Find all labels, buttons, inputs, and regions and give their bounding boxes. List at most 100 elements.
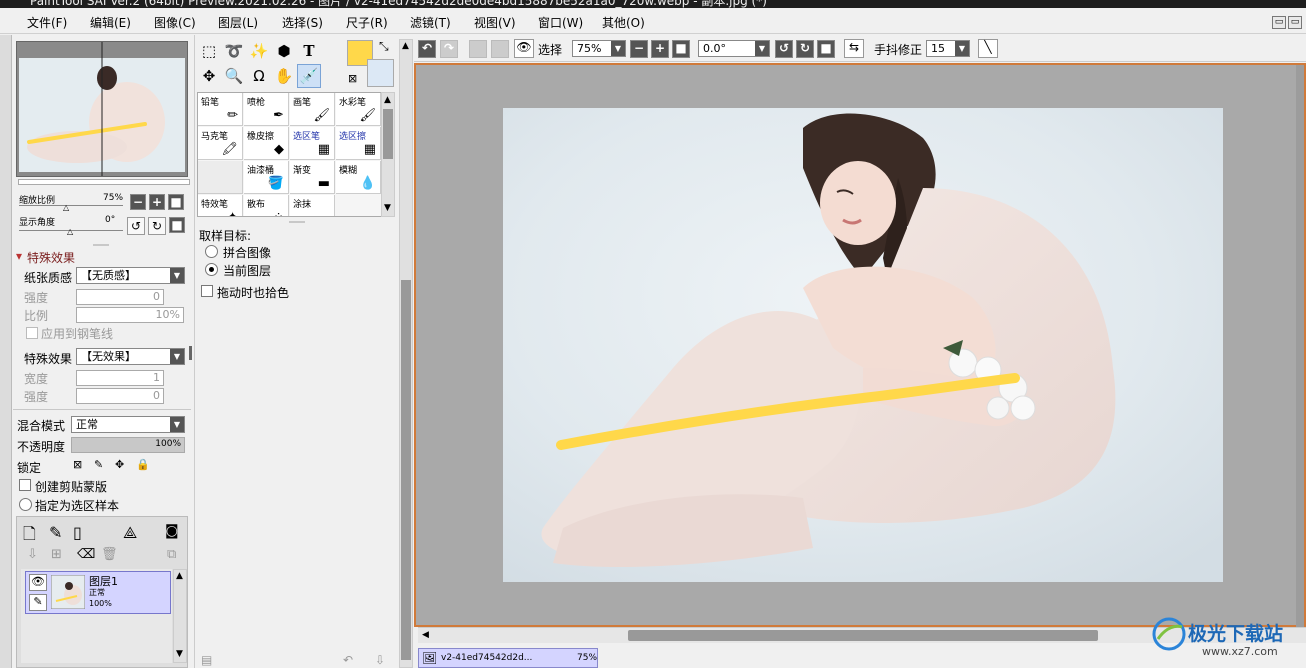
layer-mask-icon[interactable]: ◙ [165,523,179,539]
minimize-doc-button[interactable]: ▭ [1272,16,1286,29]
brush-slot[interactable]: 模糊 💧 [336,161,381,194]
width-field[interactable]: 1 [76,370,164,386]
canvas-zoom-in-button[interactable]: + [651,40,669,58]
navigator-scroll[interactable] [18,179,190,185]
layer-edit-icon[interactable]: ✎ [29,594,47,611]
document-tab[interactable]: 🖼 v2-41ed74542d2d... 75% [418,648,598,668]
menu-other[interactable]: 其他(O) [602,14,645,31]
move-tool-icon[interactable]: ✥ [197,64,221,88]
text-tool-icon[interactable]: T [297,39,321,63]
ratio-field[interactable]: 10% [76,307,184,323]
navigator[interactable] [16,41,188,177]
clear-layer-icon[interactable]: ⌫ [77,547,95,562]
canvas-rotate-left-button[interactable]: ↺ [775,40,793,58]
strength2-field[interactable]: 0 [76,388,164,404]
clip-mask-checkbox[interactable] [19,479,31,491]
new-layer-icon[interactable]: 🗋 [23,523,36,550]
canvas-rotate-right-button[interactable]: ↻ [796,40,814,58]
canvas-rotate-reset-button[interactable]: ■ [817,40,835,58]
canvas-zoom-reset-button[interactable]: ■ [672,40,690,58]
apply-pen-checkbox[interactable] [26,327,38,339]
rotate-left-button[interactable]: ↺ [127,217,145,235]
magic-wand-icon[interactable]: ✨ [247,39,271,63]
menu-filter[interactable]: 滤镜(T) [410,14,451,31]
delete-layer-icon[interactable]: 🗑 [101,547,118,562]
splitter-grip[interactable] [93,244,109,246]
swap-colors-icon[interactable]: ⤡ [379,39,389,54]
layer-row[interactable]: 👁 ✎ 图层1 正常 100% [25,571,171,614]
deselect-button[interactable] [469,40,487,58]
brush-slot[interactable]: 橡皮擦 ◆ [244,127,289,160]
scroll-up-icon[interactable]: ▲ [384,95,391,105]
effect-select[interactable]: 【无效果】 ▼ [76,348,185,365]
brush-slot[interactable]: 渐变 ▬ [290,161,335,194]
lock-move-icon[interactable]: ✥ [115,458,124,471]
splitter-grip[interactable] [289,221,305,223]
transparent-color-icon[interactable]: ⊠ [348,72,357,85]
line-tool-icon[interactable]: ╲ [978,39,998,58]
menu-image[interactable]: 图像(C) [154,14,196,31]
scroll-down-icon[interactable]: ▼ [176,649,183,659]
panel-splitter[interactable] [189,346,192,360]
menu-file[interactable]: 文件(F) [27,14,67,31]
brush-slot[interactable]: 喷枪 ✒ [244,93,289,126]
brush-scroll-thumb[interactable] [383,109,393,159]
brush-slot[interactable]: 散布 ⁘ [244,195,289,216]
zoom-reset-button[interactable]: ■ [168,194,184,210]
zoom-in-button[interactable]: + [149,194,165,210]
current-layer-radio[interactable] [205,263,218,276]
brush-slot[interactable]: 马克笔 🖍 [198,127,243,160]
brush-slot[interactable]: 选区擦 ▦ [336,127,381,160]
drag-pick-checkbox[interactable] [201,285,213,297]
zoom-slider[interactable] [19,205,123,206]
merged-image-radio[interactable] [205,245,218,258]
scroll-up-icon[interactable]: ▲ [176,571,183,581]
new-vector-icon[interactable]: ⟁ [123,523,137,543]
tool-scroll-thumb[interactable] [401,280,411,660]
canvas-image[interactable] [503,108,1223,582]
rotate-tool-icon[interactable]: Ω [247,64,271,88]
save-small-icon[interactable]: ⇩ [375,653,385,667]
brush-slot[interactable]: 铅笔 ✏ [198,93,243,126]
undo-small-icon[interactable]: ↶ [343,653,353,667]
invert-select-button[interactable] [491,40,509,58]
scroll-left-icon[interactable]: ◀ [422,630,429,640]
effects-collapse-icon[interactable]: ▾ [16,249,22,263]
zoom-slider-thumb[interactable]: △ [63,203,69,212]
merge-down-icon[interactable]: ⊞ [51,547,62,562]
scroll-down-icon[interactable]: ▼ [384,203,391,213]
shape-select-icon[interactable]: ⬢ [272,39,296,63]
flip-horizontal-icon[interactable]: ⇆ [844,39,864,58]
scroll-up-icon[interactable]: ▲ [402,41,409,51]
menu-edit[interactable]: 编辑(E) [90,14,131,31]
visibility-eye-icon[interactable]: 👁 [29,574,47,591]
lock-paint-icon[interactable]: ✎ [94,458,103,471]
eyedropper-tool-icon[interactable]: 💉 [297,64,321,88]
undo-button[interactable]: ↶ [418,40,436,58]
hand-tool-icon[interactable]: ✋ [272,64,296,88]
angle-slider-thumb[interactable]: △ [67,227,73,236]
brush-slot[interactable]: 选区笔 ▦ [290,127,335,160]
zoom-out-button[interactable]: − [130,194,146,210]
strength-field[interactable]: 0 [76,289,164,305]
new-pen-layer-icon[interactable]: ✎ [49,523,62,542]
brush-slot[interactable]: 画笔 🖌 [290,93,335,126]
merge-layers-icon[interactable]: ⧉ [167,547,176,562]
brush-slot[interactable] [198,161,243,194]
rect-select-icon[interactable]: ⬚ [197,39,221,63]
rotate-reset-button[interactable]: ■ [169,217,185,233]
menu-ruler[interactable]: 尺子(R) [346,14,388,31]
paper-texture-select[interactable]: 【无质感】 ▼ [76,267,185,284]
menu-layer[interactable]: 图层(L) [218,14,258,31]
canvas-zoom-select[interactable]: 75% ▼ [572,40,626,57]
menu-view[interactable]: 视图(V) [474,14,516,31]
canvas-vscroll[interactable] [1296,65,1304,629]
new-folder-icon[interactable]: ▯ [73,523,82,542]
show-selection-eye-icon[interactable]: 👁 [514,39,534,58]
canvas-viewport[interactable] [414,63,1306,629]
menu-window[interactable]: 窗口(W) [538,14,583,31]
redo-button[interactable]: ↷ [440,40,458,58]
transfer-down-icon[interactable]: ⇩ [27,547,38,562]
zoom-tool-icon[interactable]: 🔍 [222,64,246,88]
canvas-angle-select[interactable]: 0.0° ▼ [698,40,770,57]
